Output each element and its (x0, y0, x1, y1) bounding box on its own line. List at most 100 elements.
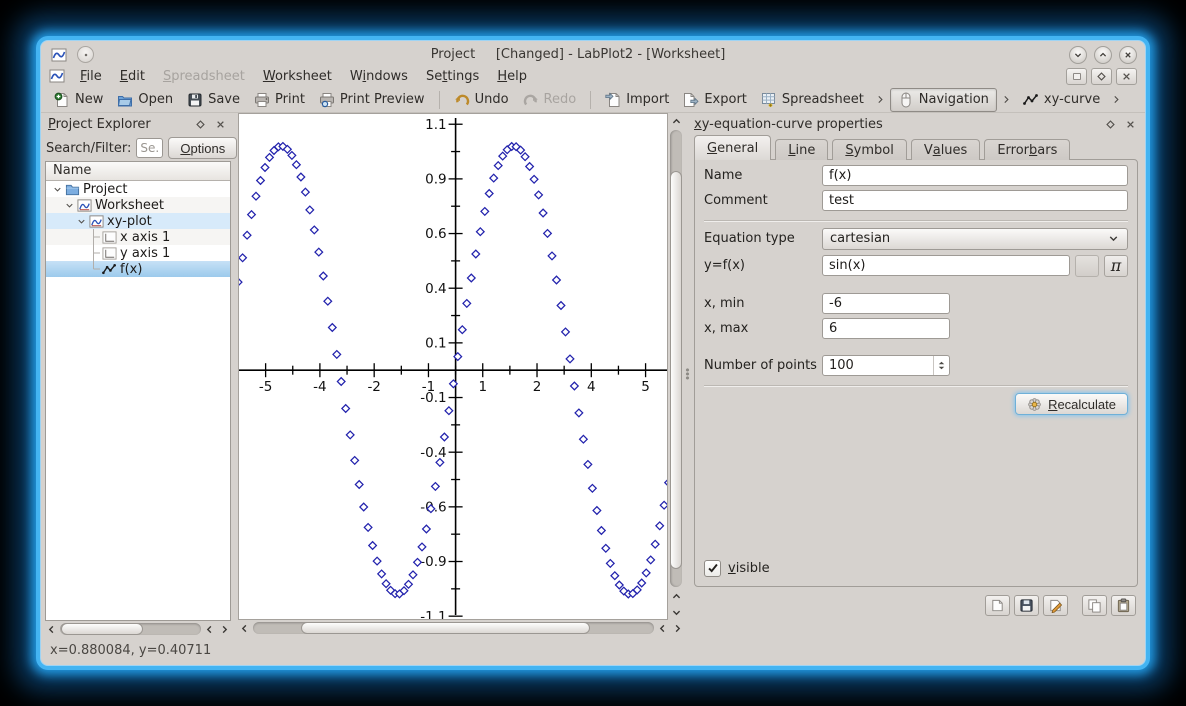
xy-plot[interactable]: -5-4-2-112451.10.90.60.40.1-0.1-0.4-0.6-… (239, 114, 667, 619)
expander-icon[interactable] (76, 216, 87, 227)
spreadsheet-button[interactable]: Spreadsheet (754, 88, 871, 112)
tab-general[interactable]: General (694, 135, 771, 160)
menubar: FileEditSpreadsheetWorksheetWindowsSetti… (41, 65, 1145, 87)
scroll-left-icon[interactable] (656, 621, 669, 635)
spin-arrows-icon[interactable] (933, 356, 949, 375)
paste-button[interactable] (1111, 595, 1136, 616)
splitter-right[interactable]: ••• (684, 113, 691, 637)
open-button[interactable]: Open (110, 88, 180, 112)
dock-float-icon[interactable] (192, 116, 208, 132)
scroll-thumb[interactable] (670, 171, 682, 569)
tree-item-y-axis-1[interactable]: y axis 1 (46, 245, 230, 261)
tab-values[interactable]: Values (911, 139, 981, 160)
scroll-thumb[interactable] (301, 622, 590, 634)
template-save-button[interactable] (1014, 595, 1039, 616)
explorer-hscrollbar[interactable] (45, 621, 231, 637)
insert-constant-button[interactable] (1075, 255, 1099, 277)
recalculate-button[interactable]: Recalculate (1015, 393, 1128, 415)
worksheet-hscrollbar[interactable] (238, 620, 684, 636)
menu-settings[interactable]: Settings (417, 68, 488, 85)
chevron-down-icon (1107, 232, 1120, 245)
navigation-button[interactable]: Navigation (890, 88, 997, 112)
tree-line-icon (88, 245, 100, 261)
expander-icon[interactable] (52, 184, 63, 195)
tab-symbol[interactable]: Symbol (832, 139, 906, 160)
app-icon (51, 47, 67, 63)
status-bar: x=0.880084, y=0.40711 (41, 637, 1145, 663)
options-button[interactable]: Options (168, 137, 237, 159)
menu-edit[interactable]: Edit (111, 68, 154, 85)
worksheet-vscrollbar[interactable] (668, 113, 684, 620)
scroll-left-icon[interactable] (238, 621, 251, 635)
scroll-up-icon[interactable] (670, 114, 683, 128)
splitter-left[interactable] (231, 113, 238, 637)
tree-item-xy-plot[interactable]: xy-plot (46, 213, 230, 229)
float-icon (194, 118, 207, 131)
titlebar[interactable]: Project [Changed] - LabPlot2 - [Workshee… (41, 41, 1145, 65)
tab-error-bars[interactable]: Error bars (984, 139, 1070, 160)
scroll-right-icon[interactable] (671, 621, 684, 635)
tree-item-worksheet[interactable]: Worksheet (46, 197, 230, 213)
minimize-button[interactable] (1069, 46, 1087, 64)
chevron-right-icon (875, 94, 886, 105)
mdi-float-button[interactable] (1091, 68, 1112, 85)
scroll-down-icon[interactable] (670, 605, 683, 619)
number-of-points-stepper[interactable]: 100 (822, 355, 950, 376)
close-button[interactable] (1119, 46, 1137, 64)
edit-pencil-button[interactable] (1043, 595, 1068, 616)
new-button[interactable]: New (47, 88, 110, 112)
window-menu-button[interactable] (77, 46, 94, 63)
tree-item-x-axis-1[interactable]: x axis 1 (46, 229, 230, 245)
tree-item-project[interactable]: Project (46, 181, 230, 197)
visible-checkbox[interactable] (704, 560, 721, 577)
menu-windows[interactable]: Windows (341, 68, 417, 85)
mdi-restore-button[interactable] (1066, 68, 1087, 85)
scroll-right-icon[interactable] (218, 622, 231, 636)
copy-button[interactable] (1082, 595, 1107, 616)
import-button[interactable]: Import (598, 88, 676, 112)
menu-help[interactable]: Help (488, 68, 536, 85)
menu-worksheet[interactable]: Worksheet (254, 68, 341, 85)
template-load-button[interactable] (985, 595, 1010, 616)
toolbar-extension-icon[interactable] (1111, 94, 1122, 105)
tree-item-f-x-[interactable]: f(x) (46, 261, 230, 277)
expander-icon[interactable] (64, 200, 75, 211)
scroll-thumb[interactable] (61, 623, 143, 635)
scroll-up-icon[interactable] (670, 589, 683, 603)
scroll-left-icon[interactable] (203, 622, 216, 636)
mdi-close-button[interactable] (1116, 68, 1137, 85)
pi-button[interactable]: π (1104, 255, 1128, 277)
xy-curve-button[interactable]: xy-curve (1016, 88, 1107, 112)
worksheet-canvas[interactable]: -5-4-2-112451.10.90.60.40.1-0.1-0.4-0.6-… (238, 113, 668, 620)
maximize-button[interactable] (1094, 46, 1112, 64)
name-input[interactable] (822, 165, 1128, 186)
toolbar-extension-icon[interactable] (875, 94, 886, 105)
x-max-input[interactable] (822, 318, 950, 339)
export-button[interactable]: Export (676, 88, 754, 112)
dock-float-icon[interactable] (1102, 116, 1118, 132)
x-min-input[interactable] (822, 293, 950, 314)
dock-close-icon[interactable] (212, 116, 228, 132)
undo-button[interactable]: Undo (447, 88, 516, 112)
toolbar-extension-icon[interactable] (1001, 94, 1012, 105)
dock-close-icon[interactable] (1122, 116, 1138, 132)
print-preview-icon (319, 92, 335, 108)
template-save-icon (1019, 598, 1034, 613)
folder-open-icon (117, 92, 133, 108)
save-button[interactable]: Save (180, 88, 247, 112)
labplot-window: Project [Changed] - LabPlot2 - [Workshee… (40, 40, 1146, 666)
svg-text:-0.9: -0.9 (420, 554, 446, 570)
scroll-left-icon[interactable] (45, 622, 58, 636)
function-input[interactable] (822, 255, 1070, 276)
print-button[interactable]: Print (247, 88, 312, 112)
print-preview-button[interactable]: Print Preview (312, 88, 432, 112)
expander-chevron-icon (76, 216, 87, 227)
menu-file[interactable]: File (71, 68, 111, 85)
equation-type-select[interactable]: cartesian (822, 228, 1128, 250)
tab-line[interactable]: Line (775, 139, 828, 160)
expander-chevron-icon (64, 200, 75, 211)
tree-line-icon (88, 261, 100, 277)
search-filter-input[interactable] (136, 138, 163, 158)
comment-input[interactable] (822, 190, 1128, 211)
arrow-left-icon (657, 623, 668, 634)
